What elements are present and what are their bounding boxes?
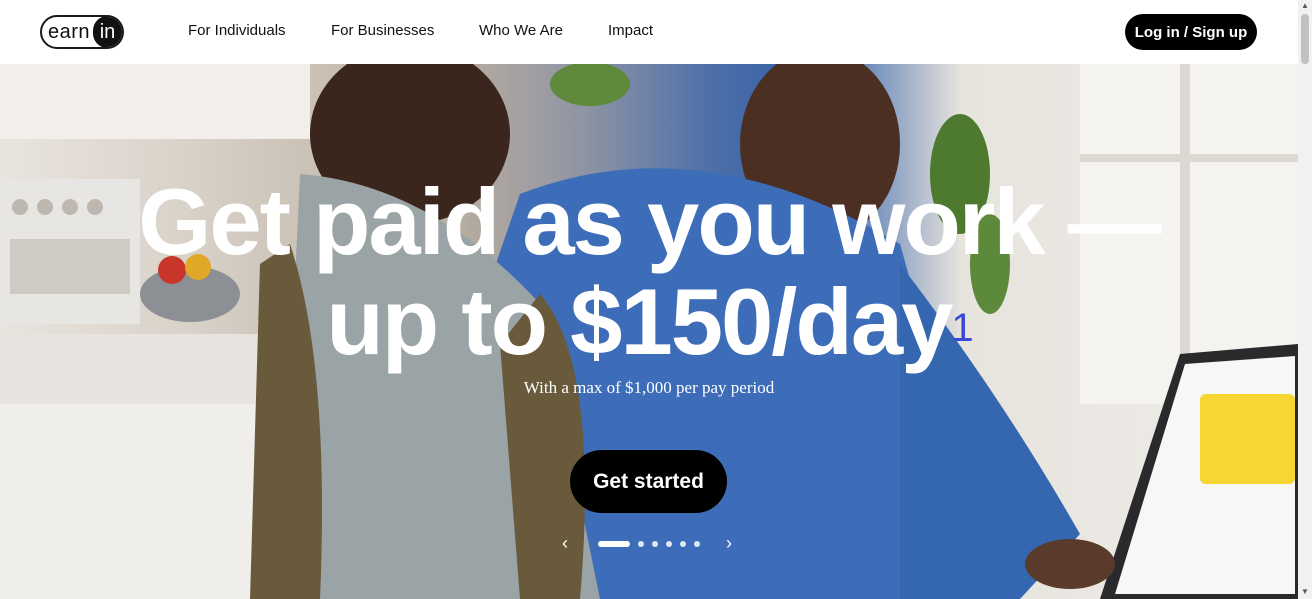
nav-link-impact[interactable]: Impact <box>608 22 653 39</box>
carousel-prev-icon[interactable]: ‹ <box>562 534 568 552</box>
carousel-dot-4[interactable] <box>666 541 672 547</box>
top-nav: earn in For Individuals For Businesses W… <box>0 0 1298 64</box>
scroll-down-icon[interactable]: ▼ <box>1301 588 1309 596</box>
carousel-dot-6[interactable] <box>694 541 700 547</box>
carousel-dot-2[interactable] <box>638 541 644 547</box>
carousel-dot-5[interactable] <box>680 541 686 547</box>
nav-link-who-we-are[interactable]: Who We Are <box>479 22 563 39</box>
logo-text-right: in <box>93 17 122 47</box>
hero-subtitle: With a max of $1,000 per pay period <box>523 378 775 397</box>
page-scrollbar[interactable]: ▲ ▼ <box>1298 0 1312 599</box>
hero-title-line1: Get paid as you work — <box>138 169 1162 274</box>
hero-title-line2-wrap: up to $150/day1 <box>0 272 1298 372</box>
scroll-up-icon[interactable]: ▲ <box>1301 2 1309 10</box>
hero-section: Get paid as you work — up to $150/day1 W… <box>0 64 1298 599</box>
hero-title-line2: up to $150/day <box>326 269 953 374</box>
carousel-next-icon[interactable]: › <box>726 534 732 552</box>
earnin-logo[interactable]: earn in <box>40 15 124 49</box>
logo-text-left: earn <box>48 20 91 43</box>
carousel-dot-1[interactable] <box>598 541 630 547</box>
get-started-button[interactable]: Get started <box>570 450 727 513</box>
login-signup-button[interactable]: Log in / Sign up <box>1125 14 1257 50</box>
hero-title: Get paid as you work — up to $150/day1 <box>0 172 1298 372</box>
scroll-thumb[interactable] <box>1301 14 1309 64</box>
nav-link-for-businesses[interactable]: For Businesses <box>331 22 434 39</box>
nav-link-for-individuals[interactable]: For Individuals <box>188 22 286 39</box>
carousel-controls: ‹ › <box>560 534 740 554</box>
carousel-dot-3[interactable] <box>652 541 658 547</box>
footnote-link[interactable]: 1 <box>951 306 973 350</box>
